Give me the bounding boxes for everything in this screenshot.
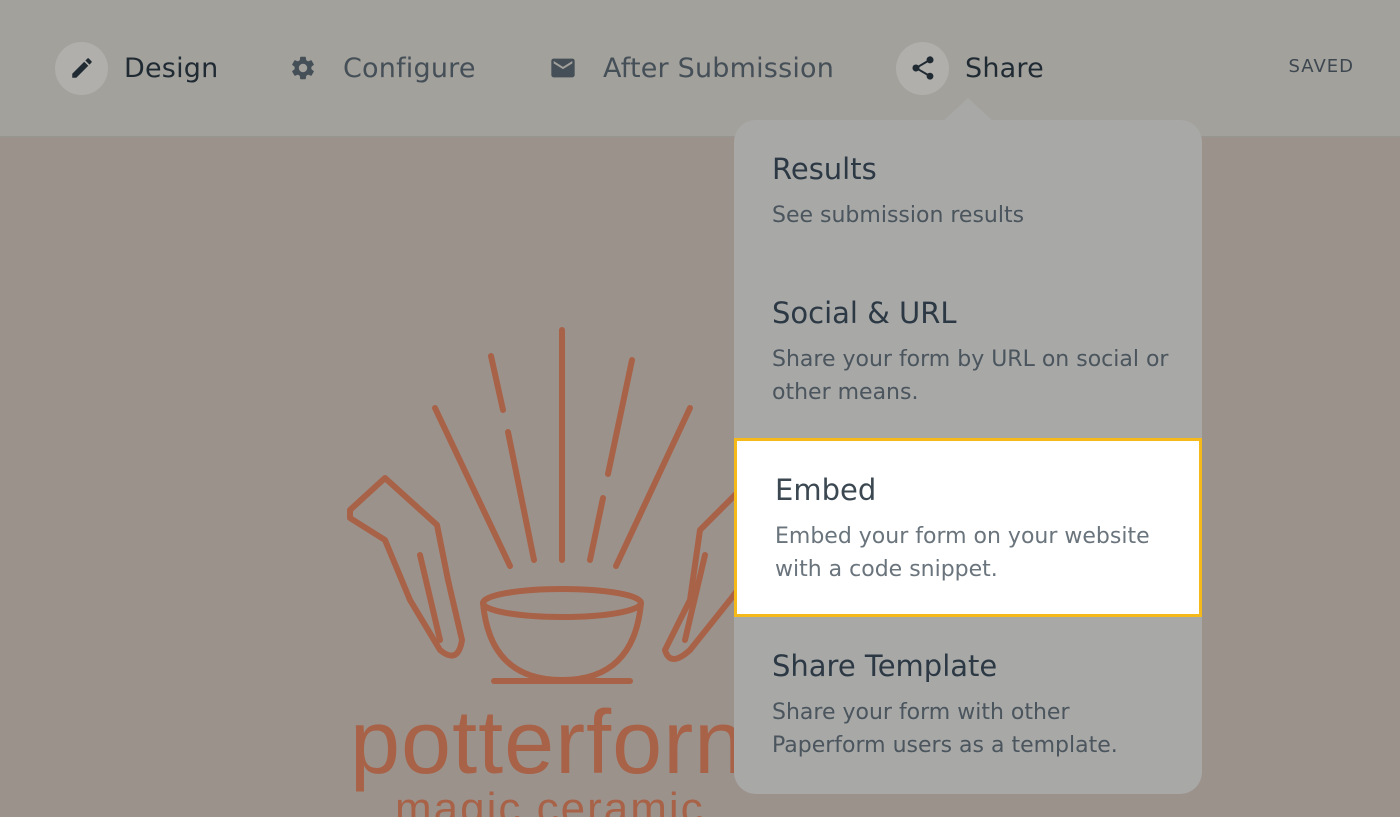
menu-item-description: Share your form by URL on social or othe… <box>772 347 1169 405</box>
menu-item-embed[interactable]: Embed Embed your form on your website wi… <box>734 438 1202 617</box>
gear-icon <box>276 42 329 95</box>
share-dropdown-menu: Results See submission results Social & … <box>734 120 1202 794</box>
menu-item-title: Embed <box>775 473 877 507</box>
nav-design-label: Design <box>124 52 219 84</box>
menu-item-social-url[interactable]: Social & URL Share your form by URL on s… <box>734 270 1202 438</box>
menu-item-results[interactable]: Results See submission results <box>734 120 1202 270</box>
menu-item-title: Social & URL <box>772 296 957 330</box>
nav-after-submission[interactable]: After Submission <box>536 41 834 95</box>
menu-caret <box>942 98 994 122</box>
nav-share-label: Share <box>965 52 1044 84</box>
logo-wordmark: potterforn <box>350 693 746 793</box>
nav-configure-label: Configure <box>343 52 476 84</box>
menu-item-title: Share Template <box>772 649 998 683</box>
logo-subtitle: magic ceramic <box>395 784 705 817</box>
menu-item-description: Embed your form on your website with a c… <box>775 524 1150 582</box>
menu-item-description: Share your form with other Paperform use… <box>772 700 1118 758</box>
save-status: SAVED <box>1288 56 1354 77</box>
nav-configure[interactable]: Configure <box>276 41 476 95</box>
nav-after-submission-label: After Submission <box>603 52 835 84</box>
top-nav-bar: Design Configure After Submission Share … <box>0 0 1400 137</box>
share-icon <box>896 41 949 95</box>
menu-item-share-template[interactable]: Share Template Share your form with othe… <box>734 617 1202 794</box>
pencil-icon <box>55 41 108 95</box>
nav-share[interactable]: Share <box>896 41 1044 95</box>
envelope-icon <box>536 42 589 95</box>
nav-design[interactable]: Design <box>55 41 218 95</box>
menu-item-title: Results <box>772 152 877 186</box>
menu-item-description: See submission results <box>772 203 1025 228</box>
